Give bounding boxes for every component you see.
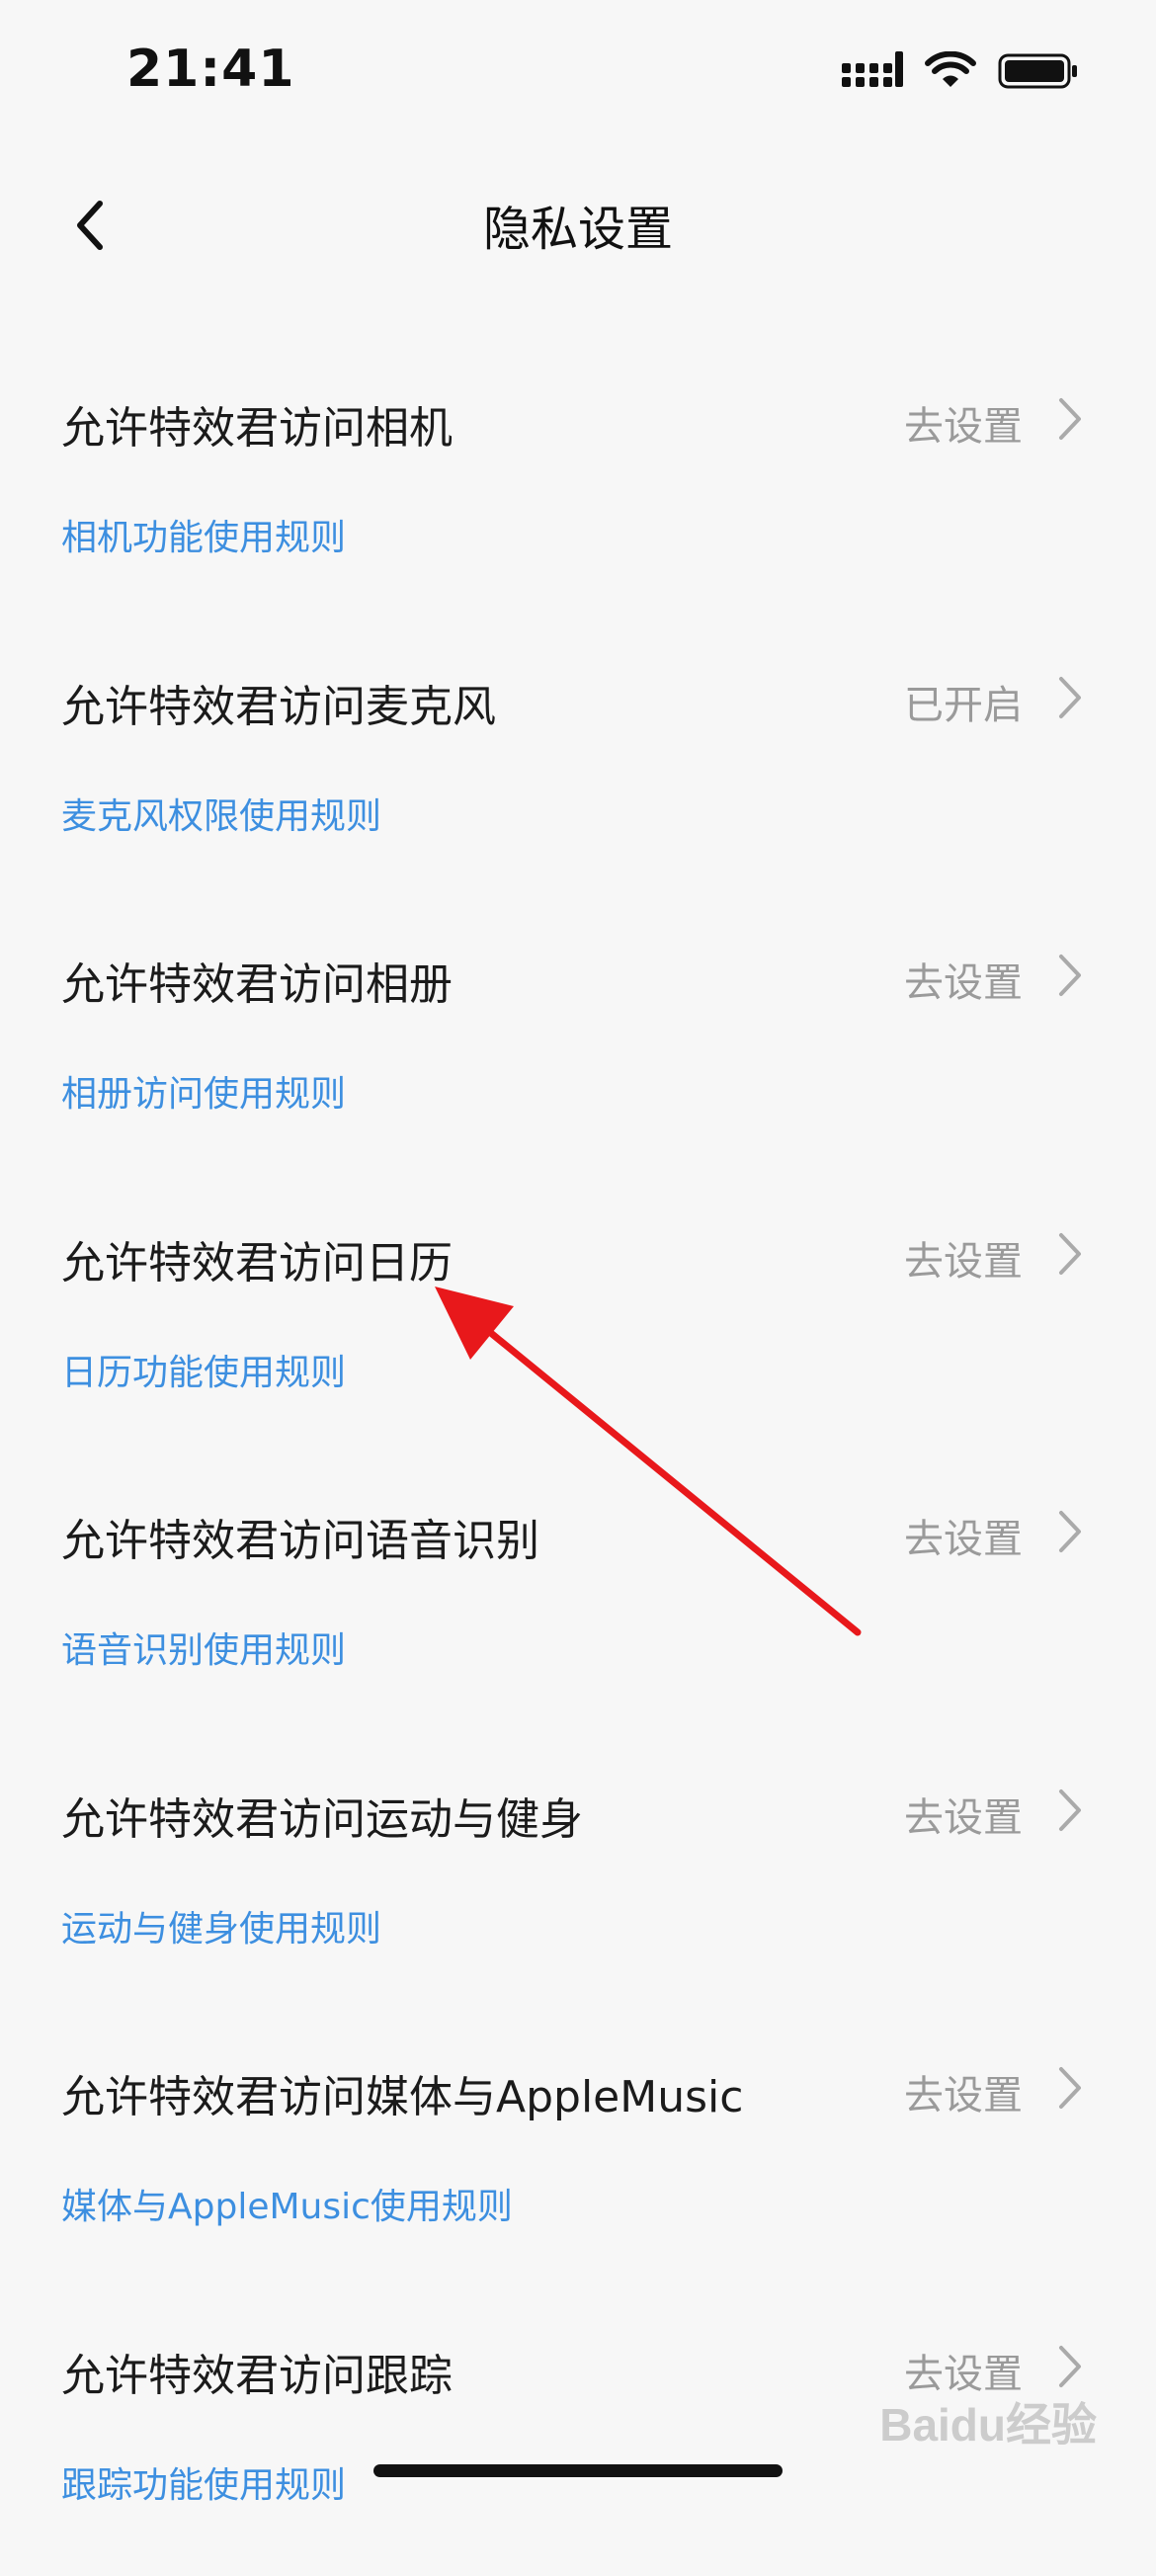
rule-link[interactable]: 媒体与AppleMusic使用规则 <box>61 2178 513 2229</box>
permission-row[interactable]: 允许特效君访问日历 去设置 <box>0 1186 1156 1324</box>
permission-item-microphone: 允许特效君访问麦克风 已开启 麦克风权限使用规则 <box>0 629 1156 908</box>
battery-icon <box>998 51 1079 91</box>
permission-row[interactable]: 允许特效君访问相机 去设置 <box>0 351 1156 489</box>
cellular-signal-icon <box>842 51 903 91</box>
status-time: 21:41 <box>126 40 295 99</box>
rule-link[interactable]: 跟踪功能使用规则 <box>61 2456 346 2508</box>
rule-link[interactable]: 运动与健身使用规则 <box>61 1900 381 1952</box>
chevron-right-icon <box>1055 675 1085 720</box>
permission-row[interactable]: 允许特效君访问媒体与AppleMusic 去设置 <box>0 2020 1156 2158</box>
chevron-right-icon <box>1055 396 1085 442</box>
permission-item-photos: 允许特效君访问相册 去设置 相册访问使用规则 <box>0 907 1156 1186</box>
permission-label: 允许特效君访问运动与健身 <box>61 1784 583 1847</box>
chevron-right-icon <box>1055 1787 1085 1833</box>
permission-status: 去设置 <box>904 1786 1023 1843</box>
watermark-logo: Baidu经验 <box>879 2389 1097 2454</box>
permission-label: 允许特效君访问媒体与AppleMusic <box>61 2061 743 2124</box>
rule-link[interactable]: 语音识别使用规则 <box>61 1621 346 1673</box>
chevron-right-icon <box>1055 1509 1085 1554</box>
permission-item-calendar: 允许特效君访问日历 去设置 日历功能使用规则 <box>0 1186 1156 1464</box>
permission-list: 允许特效君访问相机 去设置 相机功能使用规则 允许特效君访问麦克风 已开启 麦克… <box>0 351 1156 2576</box>
permission-label: 允许特效君访问相机 <box>61 392 453 456</box>
rule-link[interactable]: 麦克风权限使用规则 <box>61 788 381 839</box>
permission-label: 允许特效君访问麦克风 <box>61 671 496 734</box>
permission-status: 去设置 <box>904 394 1023 452</box>
permission-status: 去设置 <box>904 2063 1023 2120</box>
permission-status: 已开启 <box>904 673 1023 730</box>
permission-item-motion: 允许特效君访问运动与健身 去设置 运动与健身使用规则 <box>0 1742 1156 2021</box>
permission-item-camera: 允许特效君访问相机 去设置 相机功能使用规则 <box>0 351 1156 629</box>
rule-link[interactable]: 相机功能使用规则 <box>61 509 346 560</box>
permission-status: 去设置 <box>904 1229 1023 1287</box>
chevron-right-icon <box>1055 2344 1085 2389</box>
permission-item-speech: 允许特效君访问语音识别 去设置 语音识别使用规则 <box>0 1463 1156 1742</box>
chevron-right-icon <box>1055 2065 1085 2111</box>
permission-row[interactable]: 允许特效君访问运动与健身 去设置 <box>0 1742 1156 1880</box>
permission-status: 去设置 <box>904 951 1023 1008</box>
permission-label: 允许特效君访问语音识别 <box>61 1505 539 1568</box>
permission-row[interactable]: 允许特效君访问相册 去设置 <box>0 907 1156 1045</box>
permission-label: 允许特效君访问日历 <box>61 1227 453 1290</box>
home-indicator[interactable] <box>373 2464 783 2477</box>
page-title: 隐私设置 <box>0 190 1156 259</box>
chevron-right-icon <box>1055 953 1085 998</box>
permission-status: 去设置 <box>904 1507 1023 1564</box>
permission-label: 允许特效君访问跟踪 <box>61 2340 453 2403</box>
rule-link[interactable]: 相册访问使用规则 <box>61 1065 346 1117</box>
status-icons <box>842 51 1079 91</box>
permission-label: 允许特效君访问相册 <box>61 949 453 1012</box>
rule-link[interactable]: 日历功能使用规则 <box>61 1344 346 1395</box>
wifi-icon <box>925 51 976 91</box>
permission-row[interactable]: 允许特效君访问语音识别 去设置 <box>0 1463 1156 1602</box>
chevron-right-icon <box>1055 1231 1085 1277</box>
status-bar: 21:41 <box>0 0 1156 148</box>
permission-item-media: 允许特效君访问媒体与AppleMusic 去设置 媒体与AppleMusic使用… <box>0 2020 1156 2298</box>
nav-bar: 隐私设置 <box>0 168 1156 277</box>
permission-row[interactable]: 允许特效君访问麦克风 已开启 <box>0 629 1156 768</box>
